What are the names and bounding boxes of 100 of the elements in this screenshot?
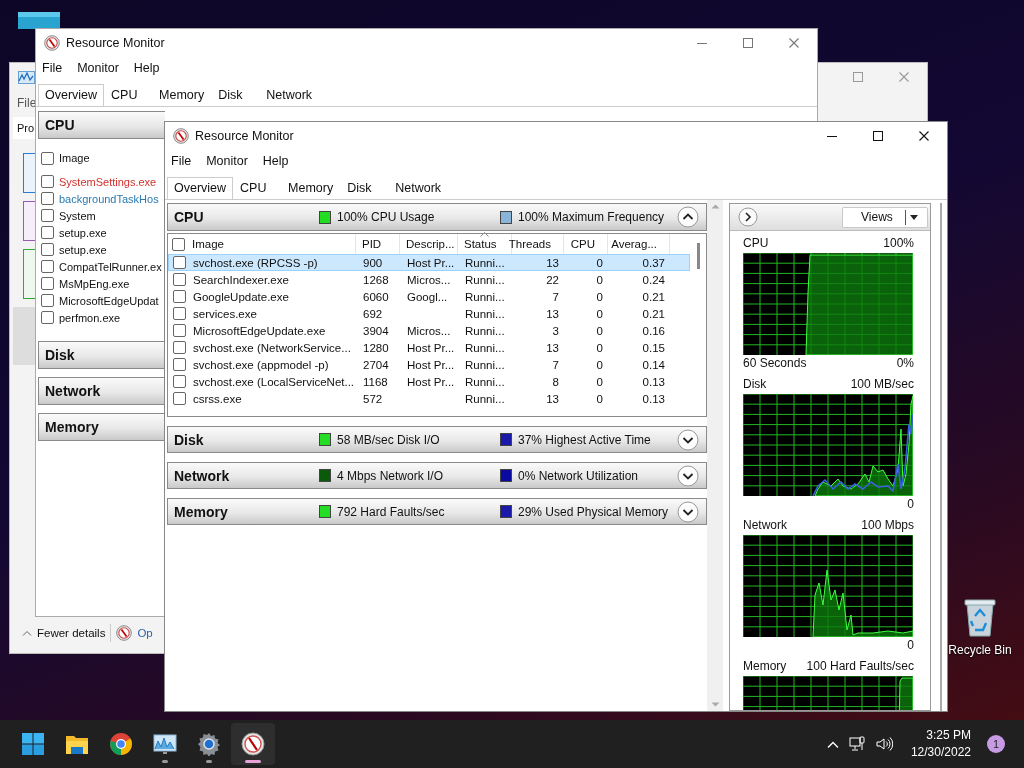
checkbox[interactable] (172, 237, 185, 251)
metric-label: 792 Hard Faults/sec (337, 504, 445, 519)
column-header[interactable]: Averag... (605, 238, 663, 250)
table-row[interactable]: services.exe 692 Runni... 13 0 0.21 (168, 305, 690, 322)
scroll-thumb[interactable] (696, 243, 700, 269)
clock-time[interactable]: 3:25 PM (926, 727, 971, 744)
table-cell-text: 3904 (362, 324, 390, 337)
checkbox[interactable] (173, 256, 186, 269)
section-header[interactable]: CPU (38, 111, 165, 139)
column-header[interactable]: Descrip... (400, 238, 455, 250)
clock-date[interactable]: 12/30/2022 (910, 744, 971, 761)
checkbox[interactable] (41, 243, 54, 256)
section-header[interactable]: Disk 58 MB/sec Disk I/O 37% Highest Active Time (167, 426, 707, 453)
section-header[interactable]: Memory 792 Hard Faults/sec 29% Used Physical Memory (167, 498, 707, 525)
menu-item[interactable]: File (171, 154, 192, 168)
checkbox[interactable] (41, 226, 54, 239)
table-row[interactable]: SearchIndexer.exe 1268 Micros... Runni... 22 0 0.24 (168, 271, 690, 288)
section-header[interactable]: Network (38, 377, 165, 405)
monitor-icon[interactable] (848, 736, 865, 752)
collapse-icon[interactable] (677, 206, 699, 228)
tab[interactable]: Network (388, 177, 449, 199)
taskbar-button[interactable] (231, 723, 275, 765)
tab[interactable]: Disk (340, 177, 389, 199)
close-icon[interactable] (918, 130, 930, 142)
checkbox[interactable] (173, 273, 186, 286)
menu-item[interactable]: Help (133, 61, 160, 75)
table-cell-text: 1168 (362, 375, 389, 388)
notification-badge[interactable]: 1 (987, 735, 1005, 753)
checkbox[interactable] (173, 290, 186, 303)
menu-item[interactable]: Monitor (206, 154, 248, 168)
section-header[interactable]: Disk (38, 341, 165, 369)
section-header[interactable]: Memory (38, 413, 165, 441)
menu-item[interactable]: File (42, 61, 63, 75)
checkbox[interactable] (41, 175, 54, 188)
column-header[interactable]: Image (192, 238, 224, 250)
column-header[interactable]: PID (356, 238, 382, 250)
table-row[interactable]: svchost.exe (LocalServiceNet... 1168 Host Pr... Runni... 8 0 0.13 (168, 373, 690, 390)
graph-thumbnail[interactable] (13, 307, 36, 365)
table-cell-text: 0.13 (641, 392, 666, 405)
section-header[interactable]: CPU 100% CPU Usage 100% Maximum Frequency (167, 203, 707, 231)
four-squares-icon[interactable] (21, 732, 45, 756)
checkbox[interactable] (41, 294, 54, 307)
views-button[interactable]: Views (842, 206, 928, 228)
column-header[interactable]: Threads (502, 238, 557, 250)
tab[interactable]: Overview (167, 177, 234, 199)
checkbox[interactable] (41, 209, 54, 222)
checkbox[interactable] (173, 307, 186, 320)
table-row[interactable]: svchost.exe (RPCSS -p) 900 Host Pr... Runni... 13 0 0.37 (168, 254, 690, 271)
column-header[interactable]: CPU (564, 238, 601, 250)
tab[interactable]: Memory (281, 177, 341, 199)
table-row[interactable]: csrss.exe 572 Runni... 13 0 0.13 (168, 390, 690, 407)
dial-icon[interactable] (241, 732, 265, 756)
speaker-icon[interactable] (874, 736, 893, 752)
tab[interactable]: Disk (211, 84, 260, 106)
table-cell-text: 572 (362, 392, 384, 405)
checkbox[interactable] (41, 260, 54, 273)
table-cell-text: 7 (551, 358, 560, 371)
menu-item[interactable]: Help (262, 154, 289, 168)
menu-item[interactable]: Monitor (77, 61, 119, 75)
checkbox[interactable] (41, 277, 54, 290)
maximize-icon[interactable] (872, 130, 884, 142)
table-cell-text: 0 (595, 307, 604, 320)
column-header[interactable]: Status (458, 238, 497, 250)
window-title: Resource Monitor (195, 129, 294, 143)
expand-icon[interactable] (677, 500, 699, 523)
menu-item[interactable]: File (17, 96, 37, 110)
table-row[interactable]: svchost.exe (appmodel -p) 2704 Host Pr... Runni... 7 0 0.14 (168, 356, 690, 373)
tab[interactable]: Overview (38, 84, 105, 106)
dropdown-arrow-icon[interactable] (909, 214, 918, 220)
table-cell: svchost.exe (LocalServiceNet... (193, 375, 355, 388)
checkbox[interactable] (173, 324, 186, 337)
chart-icon[interactable] (153, 732, 177, 756)
metric-label: 100% CPU Usage (337, 210, 435, 224)
expand-icon[interactable] (677, 464, 699, 487)
tab[interactable]: CPU (233, 177, 282, 199)
tab[interactable]: Network (259, 84, 320, 106)
browser-icon[interactable] (109, 732, 133, 756)
checkbox[interactable] (173, 358, 186, 371)
tab[interactable]: Memory (152, 84, 212, 106)
checkbox[interactable] (173, 341, 186, 354)
checkbox[interactable] (173, 375, 186, 388)
checkbox[interactable] (41, 192, 54, 205)
checkbox[interactable] (173, 392, 186, 405)
section-header[interactable]: Network 4 Mbps Network I/O 0% Network Utilization (167, 462, 707, 489)
axis-label: 100% (883, 236, 914, 250)
link[interactable]: Op (137, 627, 153, 639)
checkbox[interactable] (41, 152, 54, 165)
column-header[interactable]: Image (59, 152, 90, 164)
expand-icon[interactable] (677, 428, 699, 451)
table-row[interactable]: GoogleUpdate.exe 6060 Googl... Runni... 7 0 0.21 (168, 288, 690, 305)
tab[interactable]: CPU (104, 84, 153, 106)
window-title: Resource Monitor (66, 36, 165, 50)
checkbox[interactable] (41, 311, 54, 324)
toggle-link[interactable]: Fewer details (37, 627, 106, 639)
table-row[interactable]: svchost.exe (NetworkService... 1280 Host Pr... Runni... 13 0 0.15 (168, 339, 690, 356)
recycle-bin-icon[interactable] (962, 596, 998, 638)
gear-icon[interactable] (197, 732, 221, 756)
scroll-bar[interactable] (707, 200, 723, 711)
table-row[interactable]: MicrosoftEdgeUpdate.exe 3904 Micros... Runni... 3 0 0.16 (168, 322, 690, 339)
section-title: Network (45, 383, 101, 399)
